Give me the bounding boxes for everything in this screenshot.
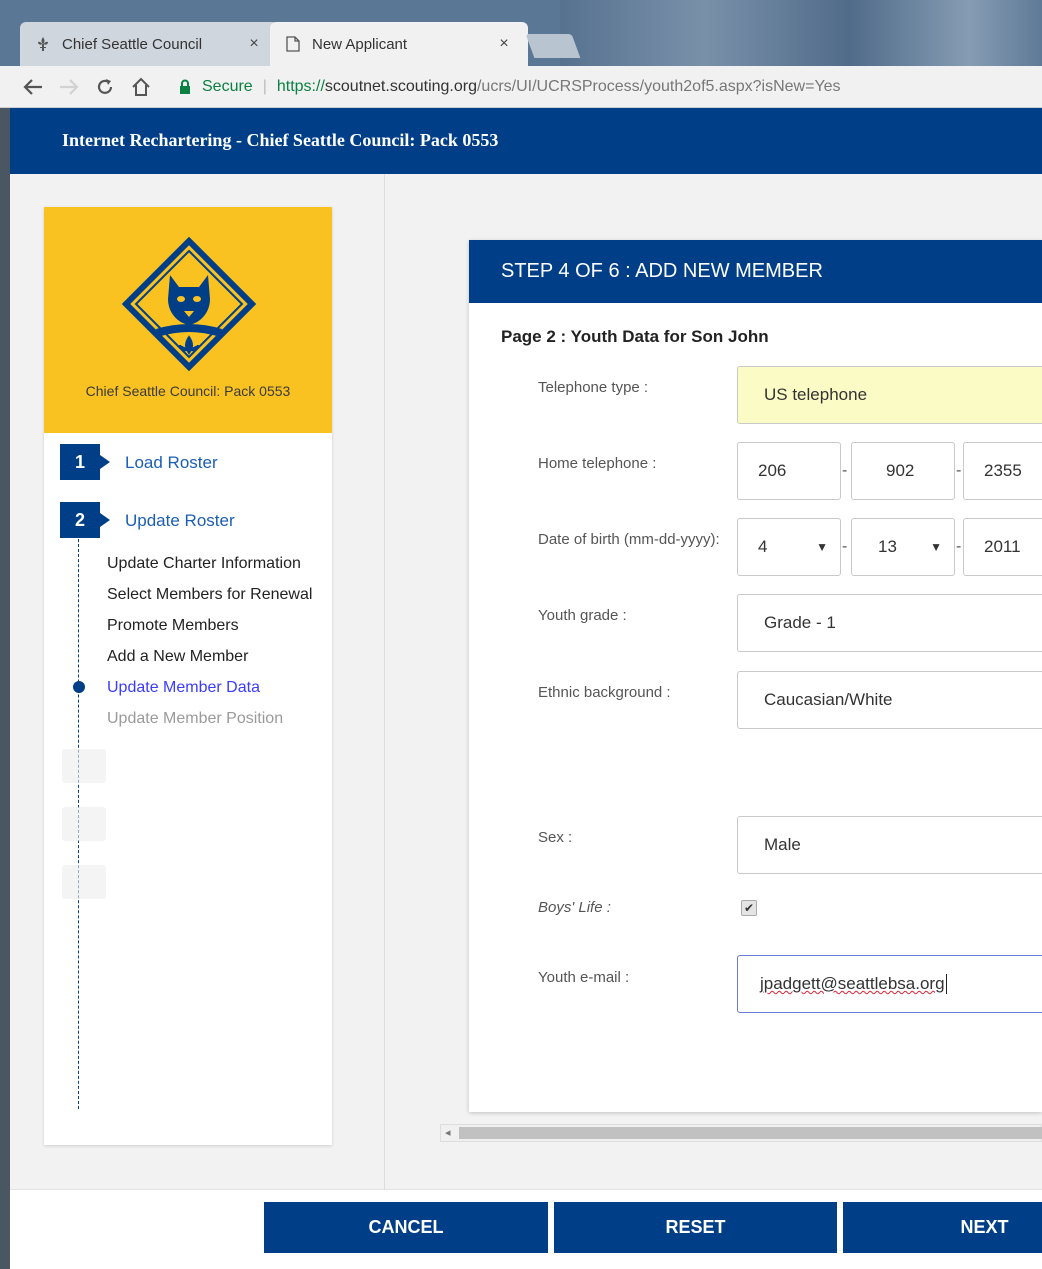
dob-month-value: 4 — [758, 537, 768, 556]
unit-logo-panel: Chief Seattle Council: Pack 0553 — [44, 207, 332, 433]
telephone-type-select[interactable]: US telephone — [737, 366, 1042, 424]
back-arrow-icon[interactable] — [20, 74, 46, 100]
tab-title: New Applicant — [312, 35, 408, 53]
progress-sidebar: Chief Seattle Council: Pack 0553 1 Load … — [44, 207, 332, 1145]
email-value: jpadgett@seattlebsa.org — [760, 974, 945, 993]
reset-button[interactable]: RESET — [554, 1202, 837, 1253]
site-header: Internet Rechartering - Chief Seattle Co… — [10, 108, 1042, 174]
document-icon — [284, 35, 302, 53]
tab-new-applicant[interactable]: New Applicant × — [270, 22, 528, 66]
scrollbar-thumb[interactable] — [459, 1127, 1042, 1139]
scroll-left-icon[interactable]: ◂ — [445, 1126, 451, 1139]
step-load-roster[interactable]: Load Roster — [125, 453, 218, 473]
new-tab-button[interactable] — [525, 34, 581, 58]
sidebar-item-update-member-position: Update Member Position — [107, 710, 284, 727]
form-subtitle: Page 2 : Youth Data for Son John — [501, 327, 769, 346]
sex-select[interactable]: Male — [737, 816, 1042, 874]
youth-grade-label: Youth grade : — [538, 607, 627, 624]
separator: - — [956, 538, 962, 555]
dob-month-select[interactable]: 4 ▼ — [737, 518, 841, 576]
current-step-dot — [73, 681, 85, 693]
cub-scouts-logo — [122, 237, 256, 371]
window-edge — [0, 108, 10, 1269]
url-scheme: https:// — [276, 78, 325, 95]
text-cursor — [945, 974, 947, 994]
next-button[interactable]: NEXT — [843, 1202, 1042, 1253]
checkmark-icon: ✔ — [743, 901, 755, 915]
phone-prefix-input[interactable]: 902 — [851, 442, 955, 500]
forward-arrow-icon[interactable] — [56, 74, 82, 100]
telephone-type-label: Telephone type : — [538, 379, 649, 396]
youth-email-input[interactable]: jpadgett@seattlebsa.org — [737, 955, 1042, 1013]
lock-icon — [178, 79, 194, 95]
sidebar-item-select-members-for-renewal[interactable]: Select Members for Renewal — [107, 586, 312, 604]
sex-label: Sex : — [538, 829, 573, 846]
horizontal-scrollbar[interactable]: ◂ — [440, 1124, 1042, 1142]
caret-down-icon: ▼ — [816, 540, 828, 554]
address-bar[interactable]: Secure | https://scoutnet.scouting.org/u… — [164, 71, 1042, 103]
step-number-badge — [62, 865, 106, 899]
page-title: Internet Rechartering - Chief Seattle Co… — [62, 130, 499, 150]
step-number-badge: 1 — [60, 444, 110, 480]
boys-life-label: Boys' Life : — [538, 899, 611, 916]
dob-year-input[interactable]: 2011 — [963, 518, 1042, 576]
fleur-de-lis-icon — [34, 35, 52, 53]
separator: - — [842, 462, 848, 479]
step-number-badge: 2 — [60, 502, 110, 538]
secure-label: Secure — [202, 78, 253, 95]
separator: | — [262, 78, 267, 95]
add-member-form: STEP 4 OF 6 : ADD NEW MEMBER Page 2 : Yo… — [469, 240, 1042, 1112]
reload-icon[interactable] — [92, 74, 118, 100]
dob-day-value: 13 — [878, 537, 897, 556]
sidebar-item-add-a-new-member[interactable]: Add a New Member — [107, 648, 248, 666]
unit-name: Chief Seattle Council: Pack 0553 — [85, 383, 291, 399]
dob-day-select[interactable]: 13 ▼ — [851, 518, 955, 576]
url-host: scoutnet.scouting.org — [324, 78, 477, 95]
sidebar-item-update-member-data[interactable]: Update Member Data — [107, 679, 260, 697]
ethnic-background-select[interactable]: Caucasian/White — [737, 671, 1042, 729]
phone-area-code-input[interactable]: 206 — [737, 442, 841, 500]
separator: - — [956, 462, 962, 479]
dob-label: Date of birth (mm-dd-yyyy): — [538, 531, 720, 548]
tab-title: Chief Seattle Council — [62, 35, 203, 53]
tab-chief-seattle-council[interactable]: Chief Seattle Council × — [20, 22, 278, 66]
close-icon[interactable]: × — [244, 35, 264, 53]
browser-toolbar: Secure | https://scoutnet.scouting.org/u… — [0, 66, 1042, 108]
form-header: STEP 4 OF 6 : ADD NEW MEMBER — [469, 240, 1042, 303]
divider — [384, 174, 385, 1189]
form-title: STEP 4 OF 6 : ADD NEW MEMBER — [501, 260, 823, 282]
boys-life-checkbox[interactable]: ✔ — [741, 900, 757, 916]
separator: - — [842, 538, 848, 555]
close-icon[interactable]: × — [494, 35, 514, 53]
caret-down-icon: ▼ — [930, 540, 942, 554]
youth-email-label: Youth e-mail : — [538, 969, 630, 986]
home-telephone-label: Home telephone : — [538, 455, 657, 472]
ethnic-background-label: Ethnic background : — [538, 684, 671, 701]
sidebar-item-update-charter-information[interactable]: Update Charter Information — [107, 555, 301, 573]
cancel-button[interactable]: CANCEL — [264, 1202, 548, 1253]
step-number-badge — [62, 749, 106, 783]
sidebar-item-promote-members[interactable]: Promote Members — [107, 617, 239, 635]
home-icon[interactable] — [128, 74, 154, 100]
youth-grade-select[interactable]: Grade - 1 — [737, 594, 1042, 652]
phone-line-input[interactable]: 2355 — [963, 442, 1042, 500]
step-number-badge — [62, 807, 106, 841]
browser-tabstrip: Chief Seattle Council × New Applicant × — [0, 0, 1042, 66]
url-path: /ucrs/UI/UCRSProcess/youth2of5.aspx?isNe… — [476, 78, 841, 95]
step-update-roster[interactable]: Update Roster — [125, 511, 235, 531]
